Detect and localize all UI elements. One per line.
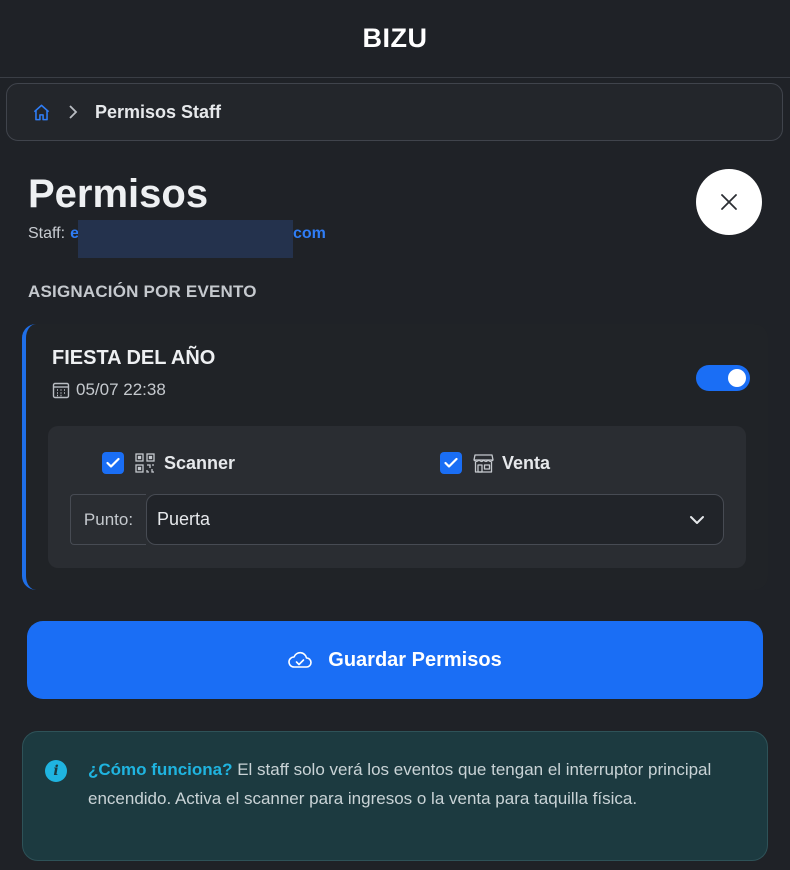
event-card: FIESTA DEL AÑO 05/07 22:38 Scanner Venta… — [22, 324, 768, 590]
staff-email-end: com — [292, 225, 326, 242]
chevron-right-icon — [67, 105, 81, 119]
close-icon — [721, 194, 737, 210]
redacted-email-block — [78, 220, 293, 258]
save-button-label: Guardar Permisos — [328, 648, 502, 671]
breadcrumb: Permisos Staff — [6, 83, 783, 141]
venta-checkbox[interactable] — [440, 452, 462, 474]
info-text: ¿Cómo funciona? El staff solo verá los e… — [88, 756, 748, 813]
page-title: Permisos — [28, 172, 209, 216]
venta-option[interactable]: Venta — [440, 452, 550, 474]
calendar-icon — [52, 381, 70, 399]
cloud-check-icon — [288, 651, 313, 668]
event-date-text: 05/07 22:38 — [76, 380, 166, 399]
punto-select[interactable]: Puerta — [146, 494, 724, 545]
info-icon: i — [45, 760, 67, 782]
scanner-option[interactable]: Scanner — [102, 452, 235, 474]
home-icon[interactable] — [31, 102, 51, 122]
event-name: FIESTA DEL AÑO — [52, 347, 216, 369]
toggle-knob — [728, 369, 746, 387]
breadcrumb-current: Permisos Staff — [95, 101, 222, 122]
staff-label: Staff: — [28, 225, 66, 242]
punto-label: Punto: — [70, 494, 146, 545]
info-box: i ¿Cómo funciona? El staff solo verá los… — [22, 731, 768, 861]
event-enabled-toggle[interactable] — [696, 365, 750, 391]
scanner-checkbox[interactable] — [102, 452, 124, 474]
punto-selected-value: Puerta — [157, 509, 211, 529]
brand-logo-text[interactable]: BIZU — [363, 23, 428, 54]
chevron-down-icon — [690, 515, 704, 524]
scanner-label: Scanner — [164, 452, 236, 473]
top-bar: BIZU — [0, 0, 790, 78]
info-lead: ¿Cómo funciona? — [88, 760, 233, 779]
save-permissions-button[interactable]: Guardar Permisos — [27, 621, 763, 699]
venta-label: Venta — [502, 452, 551, 473]
permissions-panel: Scanner Venta Punto: Puerta — [48, 426, 746, 568]
section-heading: ASIGNACIÓN POR EVENTO — [28, 282, 257, 301]
qr-code-icon — [134, 452, 156, 474]
punto-field-group: Punto: Puerta — [70, 494, 724, 545]
shop-icon — [472, 452, 494, 474]
event-date: 05/07 22:38 — [52, 380, 166, 400]
close-button[interactable] — [696, 169, 762, 235]
